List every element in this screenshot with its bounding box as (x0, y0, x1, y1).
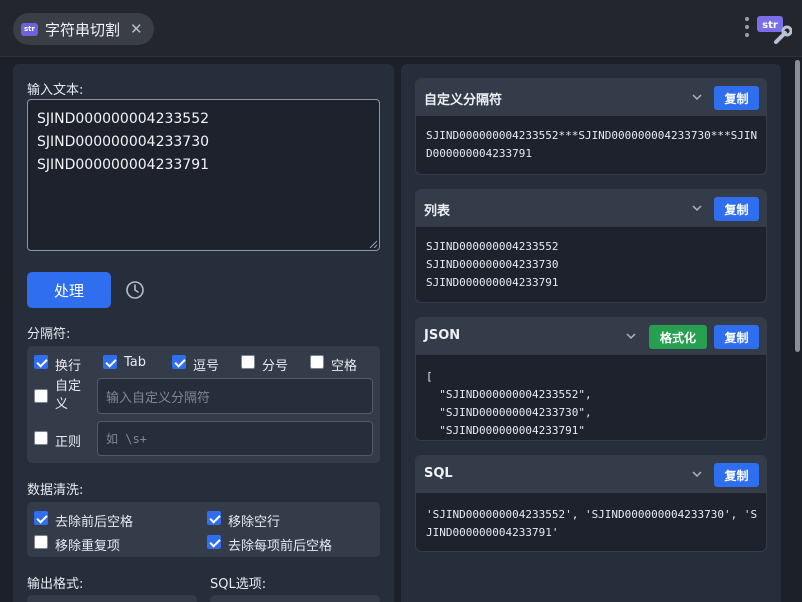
json-line: "SJIND000000004233791" (426, 424, 585, 437)
checkbox-trim-each[interactable] (207, 535, 221, 549)
card-title: JSON (424, 328, 461, 343)
checkbox-comma[interactable] (172, 355, 186, 369)
checkbox-dedupe-label: 移除重复项 (55, 539, 121, 554)
output-format-select[interactable] (27, 595, 197, 602)
card-title: 自定义分隔符 (424, 93, 503, 108)
checkbox-regex-label: 正则 (55, 435, 82, 450)
input-textarea[interactable]: SJIND000000004233552 SJIND00000000423373… (27, 99, 380, 251)
json-line: "SJIND000000004233730", (426, 406, 592, 419)
title-bar: str 字符串切割 ✕ str (0, 0, 802, 57)
card-header: JSON 格式化 复制 (416, 318, 766, 355)
card-title: 列表 (424, 204, 451, 219)
checkbox-semicolon-label: 分号 (262, 359, 289, 374)
checkbox-custom-label: 自定义 (55, 379, 82, 412)
chevron-down-icon[interactable] (691, 91, 703, 103)
json-line: "SJIND000000004233552", (426, 388, 592, 401)
sql-options-select[interactable] (210, 595, 380, 602)
checkbox-newline[interactable] (34, 355, 48, 369)
card-header: 列表 复制 (416, 190, 766, 227)
checkbox-space-label: 空格 (331, 359, 358, 374)
card-title: SQL (424, 466, 453, 481)
chevron-down-icon[interactable] (625, 330, 637, 342)
card-header: SQL 复制 (416, 456, 766, 493)
list-line: SJIND000000004233552 (426, 240, 559, 253)
checkbox-regex[interactable] (34, 431, 48, 445)
sql-options-label: SQL选项: (210, 577, 267, 592)
tab-icon-text: str (24, 25, 35, 33)
chevron-down-icon[interactable] (691, 202, 703, 214)
result-card-json: JSON 格式化 复制 [ "SJIND000000004233552", "S… (415, 317, 767, 441)
checkbox-custom[interactable] (34, 389, 48, 403)
format-button[interactable]: 格式化 (649, 325, 707, 349)
str-icon: str (21, 22, 38, 36)
regex-input[interactable]: 如 \s+ (97, 421, 373, 456)
checkbox-tab[interactable] (103, 355, 117, 369)
scrollbar-thumb[interactable] (795, 60, 800, 352)
history-icon[interactable] (125, 280, 145, 300)
copy-button[interactable]: 复制 (714, 197, 759, 221)
checkbox-semicolon[interactable] (241, 355, 255, 369)
process-button[interactable]: 处理 (27, 272, 111, 308)
json-result-text: [ "SJIND000000004233552", "SJIND00000000… (426, 368, 592, 440)
tab-title: 字符串切割 (45, 20, 121, 39)
input-label: 输入文本: (27, 83, 84, 98)
checkbox-trim-each-label: 去除每项前后空格 (228, 539, 333, 554)
json-line: [ (426, 370, 433, 383)
checkbox-remove-empty-label: 移除空行 (228, 515, 281, 530)
result-card-sql: SQL 复制 'SJIND000000004233552', 'SJIND000… (415, 455, 767, 552)
checkbox-newline-label: 换行 (55, 359, 82, 374)
output-format-label: 输出格式: (27, 577, 84, 592)
checkbox-comma-label: 逗号 (193, 359, 220, 374)
checkbox-trim[interactable] (34, 511, 48, 525)
resize-grip-icon[interactable] (369, 240, 377, 248)
checkbox-remove-empty[interactable] (207, 511, 221, 525)
input-line: SJIND000000004233552 (37, 111, 210, 127)
checkbox-trim-label: 去除前后空格 (55, 515, 134, 530)
list-result-text: SJIND000000004233552 SJIND000000004233730… (426, 238, 558, 292)
input-line: SJIND000000004233791 (37, 157, 210, 173)
copy-button[interactable]: 复制 (714, 463, 759, 487)
copy-button[interactable]: 复制 (714, 86, 759, 110)
result-card-custom: 自定义分隔符 复制 SJIND000000004233552***SJIND00… (415, 78, 767, 175)
input-line: SJIND000000004233730 (37, 134, 210, 150)
list-line: SJIND000000004233791 (426, 276, 559, 289)
close-icon[interactable]: ✕ (130, 21, 143, 37)
delimiter-label: 分隔符: (27, 327, 71, 342)
checkbox-dedupe[interactable] (34, 535, 48, 549)
sql-result-text: 'SJIND000000004233552', 'SJIND0000000042… (426, 508, 758, 539)
card-header: 自定义分隔符 复制 (416, 79, 766, 116)
list-line: SJIND000000004233730 (426, 258, 559, 271)
app-logo-icon: str (756, 14, 793, 44)
chevron-down-icon[interactable] (691, 468, 703, 480)
app-logo-text: str (762, 20, 778, 31)
custom-delimiter-input[interactable]: 输入自定义分隔符 (97, 378, 373, 414)
checkbox-space[interactable] (310, 355, 324, 369)
more-options-icon[interactable] (745, 17, 749, 39)
cleaning-label: 数据清洗: (27, 483, 84, 498)
tab-string-split[interactable]: str 字符串切割 ✕ (13, 13, 154, 45)
copy-button[interactable]: 复制 (714, 325, 759, 349)
checkbox-tab-label: Tab (124, 355, 147, 370)
custom-result-text: SJIND000000004233552***SJIND000000004233… (426, 129, 758, 160)
result-card-list: 列表 复制 SJIND000000004233552 SJIND000000004… (415, 189, 767, 303)
